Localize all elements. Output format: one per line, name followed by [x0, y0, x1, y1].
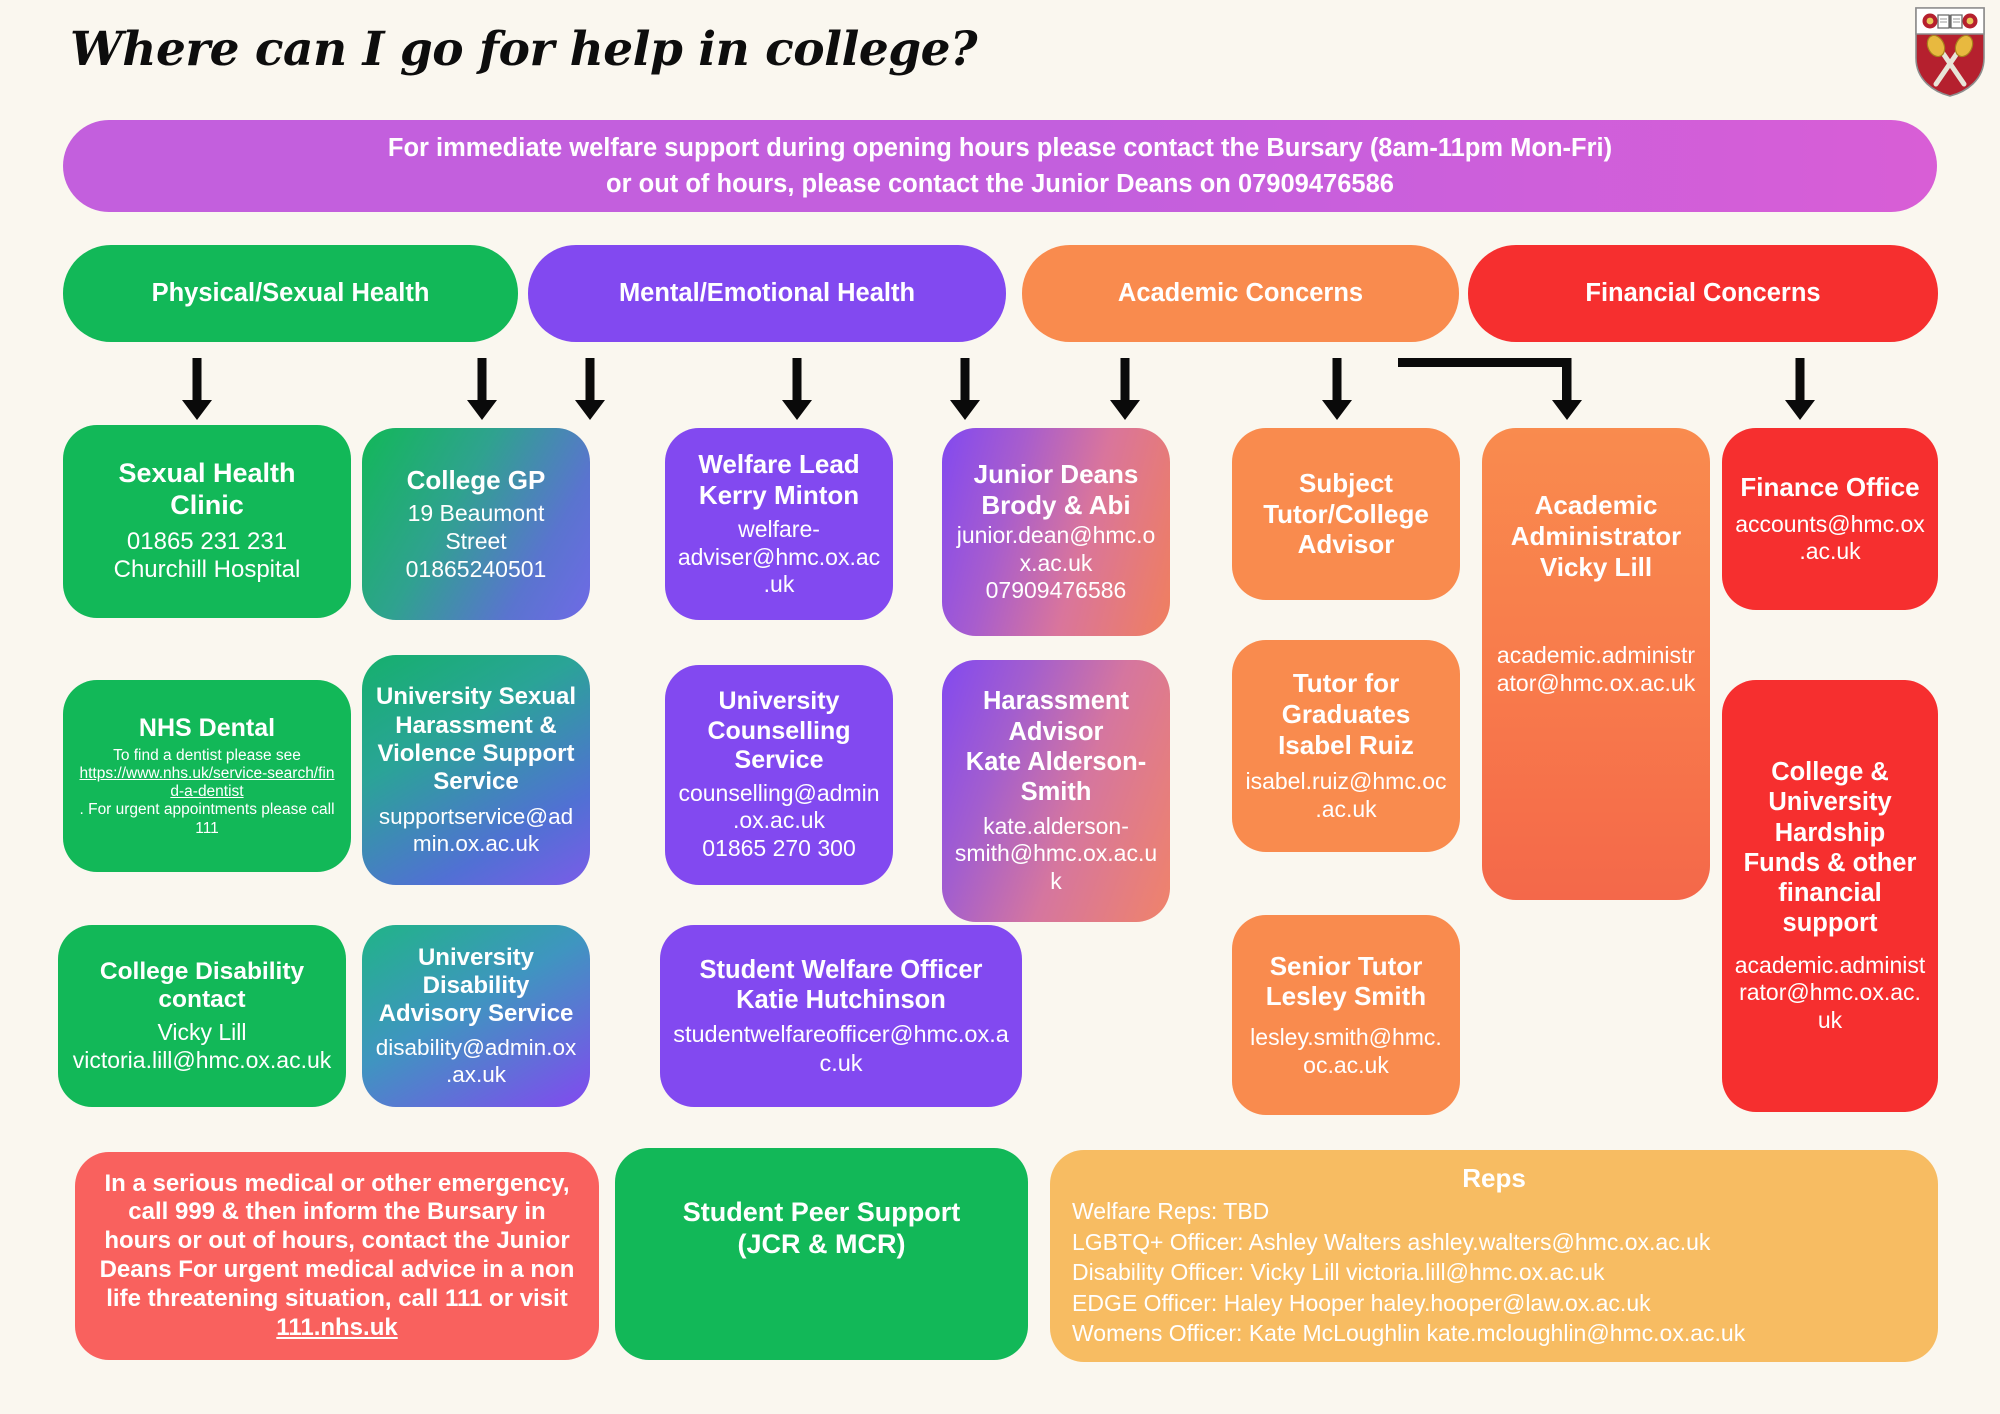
- emergency-text: In a serious medical or other emergency,…: [97, 1170, 577, 1343]
- card-body: kate.alderson-smith@hmc.ox.ac.uk: [954, 812, 1158, 894]
- card-body: supportservice@admin.ox.ac.uk: [378, 803, 574, 856]
- card-heading: NHS Dental: [138, 714, 276, 743]
- arrow-to-welfare-lead: [782, 358, 812, 420]
- card-heading: College & University Hardship Funds & ot…: [1743, 758, 1917, 937]
- reps-line: Welfare Reps: TBD: [1072, 1198, 1270, 1225]
- emergency-body: In a serious medical or other emergency,…: [99, 1169, 575, 1312]
- card-college-gp[interactable]: College GP 19 Beaumont Street 0186524050…: [362, 428, 590, 620]
- card-tutor-for-graduates[interactable]: Tutor for Graduates Isabel Ruiz isabel.r…: [1232, 640, 1460, 852]
- arrow-to-finance-office: [1785, 358, 1815, 420]
- nhs-111-link[interactable]: 111.nhs.uk: [276, 1314, 397, 1341]
- card-body: academic.administrator@hmc.ox.ac.uk: [1734, 951, 1926, 1034]
- card-junior-deans[interactable]: Junior Deans Brody & Abi junior.dean@hmc…: [942, 428, 1170, 636]
- reps-line: LGBTQ+ Officer: Ashley Walters ashley.wa…: [1072, 1228, 1711, 1255]
- card-heading: Subject Tutor/College Advisor: [1263, 467, 1429, 560]
- card-body: lesley.smith@hmc.oc.ac.uk: [1250, 1024, 1442, 1078]
- card-academic-administrator[interactable]: Academic Administrator Vicky Lill academ…: [1482, 428, 1710, 900]
- card-university-sexual-harassment[interactable]: University Sexual Harassment & Violence …: [362, 655, 590, 885]
- card-heading: Student Peer Support (JCR & MCR): [682, 1197, 961, 1259]
- card-university-disability[interactable]: University Disability Advisory Service d…: [362, 925, 590, 1107]
- card-body: junior.dean@hmc.ox.ac.uk 07909476586: [956, 522, 1156, 604]
- card-body: academic.administrator@hmc.ox.ac.uk: [1496, 642, 1696, 696]
- card-heading: Tutor for Graduates Isabel Ruiz: [1278, 668, 1414, 760]
- card-body: counselling@admin.ox.ac.uk 01865 270 300: [678, 779, 880, 862]
- category-physical-sexual-health[interactable]: Physical/Sexual Health: [63, 245, 518, 342]
- elbow-academic-concerns-to-administrator: [1398, 358, 1571, 402]
- card-body-pre: To find a dentist please see: [113, 746, 301, 764]
- card-body: welfare-adviser@hmc.ox.ac.uk: [677, 516, 881, 598]
- reps-heading: Reps: [1462, 1163, 1526, 1194]
- card-heading: Senior Tutor Lesley Smith: [1265, 950, 1427, 1012]
- category-mental-emotional-health[interactable]: Mental/Emotional Health: [528, 245, 1006, 342]
- card-body: isabel.ruiz@hmc.oc.ac.uk: [1245, 768, 1447, 822]
- card-college-disability[interactable]: College Disability contact Vicky Lill vi…: [58, 925, 346, 1107]
- card-welfare-lead[interactable]: Welfare Lead Kerry Minton welfare-advise…: [665, 428, 893, 620]
- card-body-post: . For urgent appointments please call 11…: [79, 801, 335, 837]
- card-heading: Student Welfare Officer Katie Hutchinson: [699, 956, 983, 1015]
- reps-list: Welfare Reps: TBD LGBTQ+ Officer: Ashley…: [1072, 1196, 1916, 1349]
- card-reps[interactable]: Reps Welfare Reps: TBD LGBTQ+ Officer: A…: [1050, 1150, 1938, 1362]
- category-label: Mental/Emotional Health: [618, 279, 916, 307]
- reps-line: Disability Officer: Vicky Lill victoria.…: [1072, 1259, 1605, 1286]
- card-peer-support[interactable]: Student Peer Support (JCR & MCR): [615, 1148, 1028, 1360]
- nhs-dentist-link[interactable]: https://www.nhs.uk/service-search/find-a…: [77, 765, 337, 802]
- arrow-to-sexual-health-clinic: [182, 358, 212, 420]
- card-heading: College Disability contact: [99, 957, 305, 1014]
- arrow-to-university-counselling: [950, 358, 980, 420]
- card-body: accounts@hmc.ox.ac.uk: [1735, 510, 1925, 565]
- category-label: Financial Concerns: [1585, 279, 1821, 307]
- card-heading: Academic Administrator Vicky Lill: [1510, 490, 1682, 582]
- card-heading: Sexual Health Clinic: [118, 457, 296, 520]
- card-heading: Finance Office: [1740, 472, 1920, 503]
- card-heading: Harassment Advisor Kate Alderson-Smith: [965, 687, 1147, 806]
- card-subject-tutor[interactable]: Subject Tutor/College Advisor: [1232, 428, 1460, 600]
- card-senior-tutor[interactable]: Senior Tutor Lesley Smith lesley.smith@h…: [1232, 915, 1460, 1115]
- card-heading: University Counselling Service: [707, 687, 851, 775]
- card-heading: University Sexual Harassment & Violence …: [375, 683, 577, 796]
- arrow-to-university-sexual-harassment: [575, 358, 605, 420]
- card-hardship-funds[interactable]: College & University Hardship Funds & ot…: [1722, 680, 1938, 1112]
- arrow-to-college-gp: [467, 358, 497, 420]
- category-financial-concerns[interactable]: Financial Concerns: [1468, 245, 1938, 342]
- card-heading: College GP: [406, 464, 546, 495]
- card-body: disability@admin.ox.ax.uk: [375, 1035, 577, 1088]
- banner-line-1: For immediate welfare support during ope…: [387, 133, 1613, 162]
- card-heading: Welfare Lead Kerry Minton: [698, 448, 860, 510]
- reps-line: Womens Officer: Kate McLoughlin kate.mcl…: [1072, 1320, 1746, 1347]
- card-sexual-health-clinic[interactable]: Sexual Health Clinic 01865 231 231 Churc…: [63, 425, 351, 618]
- arrow-to-subject-tutor: [1322, 358, 1352, 420]
- category-label: Academic Concerns: [1117, 279, 1364, 307]
- college-crest-icon: [1915, 7, 1985, 97]
- card-body: 01865 231 231 Churchill Hospital: [113, 527, 301, 584]
- arrow-to-junior-deans: [1110, 358, 1140, 420]
- card-nhs-dental[interactable]: NHS Dental To find a dentist please see …: [63, 680, 351, 872]
- card-heading: Junior Deans Brody & Abi: [973, 458, 1139, 520]
- card-student-welfare-officer[interactable]: Student Welfare Officer Katie Hutchinson…: [660, 925, 1022, 1107]
- card-harassment-advisor[interactable]: Harassment Advisor Kate Alderson-Smith k…: [942, 660, 1170, 922]
- category-label: Physical/Sexual Health: [151, 279, 430, 307]
- card-body: Vicky Lill victoria.lill@hmc.ox.ac.uk: [72, 1019, 332, 1073]
- welfare-banner: For immediate welfare support during ope…: [63, 120, 1937, 212]
- card-university-counselling[interactable]: University Counselling Service counselli…: [665, 665, 893, 885]
- reps-line: EDGE Officer: Haley Hooper haley.hooper@…: [1072, 1289, 1651, 1316]
- page-title: Where can I go for help in college?: [70, 22, 978, 77]
- card-body: 19 Beaumont Street 01865240501: [405, 500, 547, 582]
- card-finance-office[interactable]: Finance Office accounts@hmc.ox.ac.uk: [1722, 428, 1938, 610]
- card-emergency-notice[interactable]: In a serious medical or other emergency,…: [75, 1152, 599, 1360]
- card-body: studentwelfareofficer@hmc.ox.ac.uk: [673, 1021, 1009, 1076]
- infographic-canvas: Where can I go for help in college? For …: [0, 0, 2000, 1414]
- banner-line-2: or out of hours, please contact the Juni…: [606, 170, 1394, 198]
- card-heading: University Disability Advisory Service: [378, 943, 574, 1028]
- category-academic-concerns[interactable]: Academic Concerns: [1022, 245, 1459, 342]
